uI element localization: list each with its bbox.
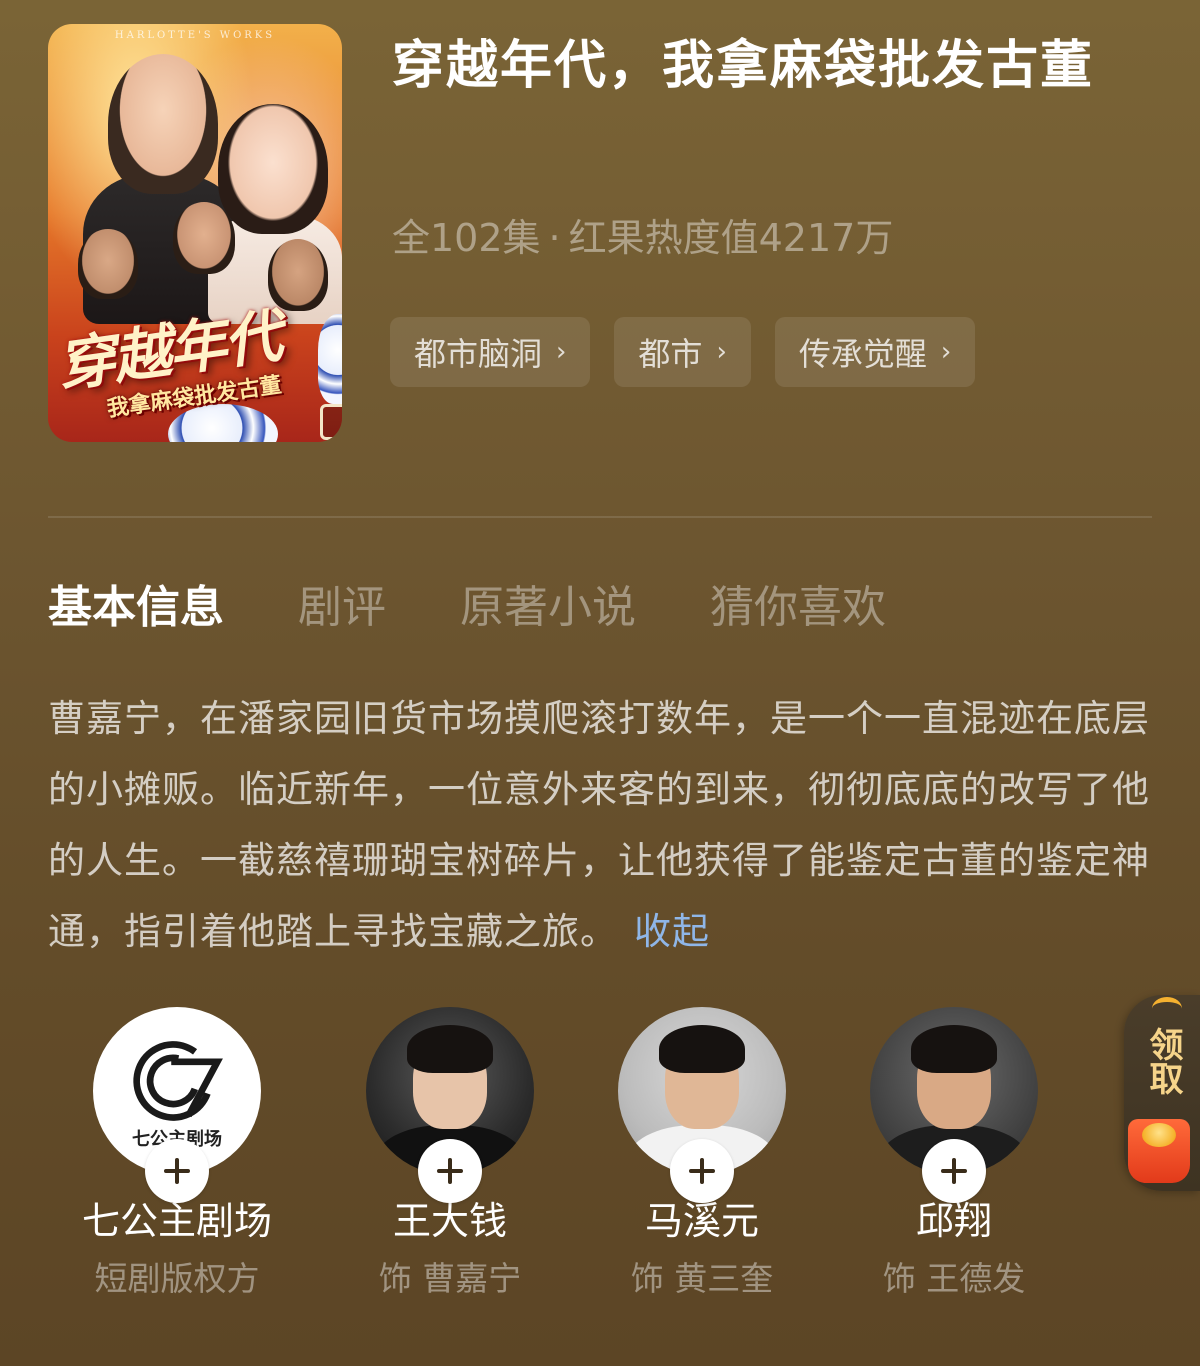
tag-chuancheng-juexing[interactable]: 传承觉醒 ›	[774, 317, 976, 387]
drama-meta: 全102集 · 红果热度值4217万	[392, 212, 893, 264]
collapse-link[interactable]: 收起	[634, 910, 710, 953]
tab-original-novel[interactable]: 原著小说	[460, 578, 636, 638]
tab-recommendations[interactable]: 猜你喜欢	[710, 578, 886, 638]
cast-role: 饰 王德发	[882, 1259, 1026, 1298]
synopsis: 曹嘉宁，在潘家园旧货市场摸爬滚打数年，是一个一直混迹在底层的小摊贩。临近新年，一…	[48, 683, 1158, 967]
tag-list: 都市脑洞 › 都市 › 传承觉醒 ›	[390, 317, 976, 387]
cast-member-qiu-xiang[interactable]: 邱翔 饰 王德发	[829, 1007, 1079, 1303]
red-envelope-icon	[1128, 1119, 1190, 1183]
synopsis-text: 曹嘉宁，在潘家园旧货市场摸爬滚打数年，是一个一直混迹在底层的小摊贩。临近新年，一…	[48, 697, 1150, 953]
avatar[interactable]	[870, 1007, 1038, 1203]
drama-title: 穿越年代，我拿麻袋批发古董	[392, 36, 1095, 96]
plus-icon	[164, 1158, 190, 1184]
tag-dushi[interactable]: 都市 ›	[614, 317, 751, 387]
plus-icon	[437, 1158, 463, 1184]
episode-count: 全102集	[392, 216, 541, 260]
drama-poster[interactable]: HARLOTTE'S WORKS 穿越年代 我拿麻袋批发古董	[48, 24, 342, 442]
plus-icon	[941, 1158, 967, 1184]
tag-label: 都市脑洞	[414, 335, 543, 373]
chevron-right-icon: ›	[716, 337, 727, 367]
poster-figure	[268, 239, 328, 311]
plus-icon	[689, 1158, 715, 1184]
heat-value: 红果热度值4217万	[568, 216, 894, 260]
coin-icon	[1142, 1123, 1176, 1147]
cast-member-wang-daqian[interactable]: 王大钱 饰 曹嘉宁	[325, 1007, 575, 1303]
tag-dushi-naodong[interactable]: 都市脑洞 ›	[390, 317, 591, 387]
tag-label: 传承觉醒	[798, 335, 927, 373]
detail-tabs: 基本信息 剧评 原著小说 猜你喜欢	[48, 578, 960, 638]
avatar[interactable]	[618, 1007, 786, 1203]
follow-button[interactable]	[418, 1139, 482, 1203]
chevron-right-icon: ›	[556, 337, 567, 367]
avatar[interactable]: 七公主剧场	[93, 1007, 261, 1203]
reward-float-button[interactable]: 领取	[1124, 995, 1200, 1191]
poster-badge	[320, 404, 342, 440]
reward-arc-icon	[1152, 997, 1182, 1020]
poster-figure-heroine	[218, 104, 328, 234]
meta-separator: ·	[548, 216, 561, 260]
reward-label: 领取	[1143, 1027, 1183, 1095]
avatar[interactable]	[366, 1007, 534, 1203]
poster-figure	[78, 229, 138, 299]
poster-figure	[173, 202, 235, 274]
cast-member-producer[interactable]: 七公主剧场 七公主剧场 短剧版权方	[52, 1007, 302, 1303]
follow-button[interactable]	[145, 1139, 209, 1203]
tab-reviews[interactable]: 剧评	[298, 578, 386, 638]
cast-list: 七公主剧场 七公主剧场 短剧版权方 王大钱 饰 曹嘉宁	[0, 1007, 1200, 1347]
cast-role: 饰 黄三奎	[630, 1259, 774, 1298]
follow-button[interactable]	[922, 1139, 986, 1203]
poster-top-text: HARLOTTE'S WORKS	[114, 30, 276, 41]
qigongzhu-logo-icon	[133, 1041, 223, 1121]
chevron-right-icon: ›	[940, 337, 952, 367]
poster-figure-lead	[108, 54, 218, 194]
tag-label: 都市	[638, 335, 703, 373]
follow-button[interactable]	[670, 1139, 734, 1203]
cast-role: 饰 曹嘉宁	[378, 1259, 522, 1298]
tab-basic-info[interactable]: 基本信息	[48, 578, 224, 638]
poster-vase	[318, 314, 342, 404]
cast-member-ma-xiyuan[interactable]: 马溪元 饰 黄三奎	[577, 1007, 827, 1303]
section-divider	[48, 516, 1152, 518]
cast-role: 短剧版权方	[94, 1259, 260, 1298]
